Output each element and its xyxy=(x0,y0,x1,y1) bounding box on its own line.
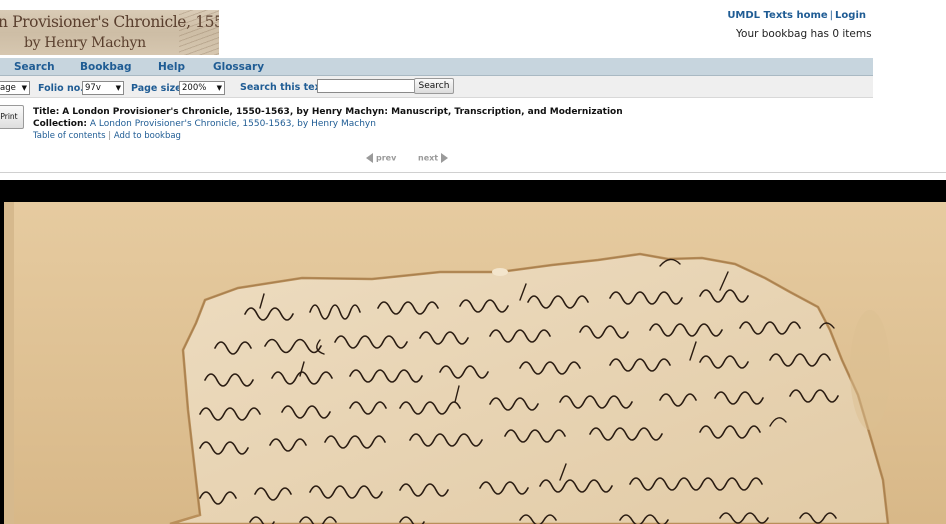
pagesize-select-value: 200% xyxy=(182,83,207,93)
banner-manuscript-texture xyxy=(179,10,219,55)
view-select-value: age xyxy=(0,83,16,93)
main-nav: Search Bookbag Help Glossary xyxy=(0,58,873,76)
site-banner-logo[interactable]: n Provisioner's Chronicle, 1550-1563, by… xyxy=(0,10,219,55)
top-links: UMDL Texts home | Login xyxy=(727,10,866,21)
bookbag-status: Your bookbag has 0 items xyxy=(736,28,872,40)
collection-label: Collection: xyxy=(33,119,87,129)
prev-label: prev xyxy=(376,153,397,163)
search-text-input[interactable] xyxy=(317,79,415,93)
folio-label: Folio no. xyxy=(38,83,84,94)
prev-button[interactable]: prev xyxy=(366,153,396,163)
manuscript-page-image xyxy=(4,202,946,524)
prev-arrow-icon xyxy=(366,153,373,163)
page-image-viewer[interactable] xyxy=(0,180,946,524)
umdl-home-link[interactable]: UMDL Texts home xyxy=(727,10,827,21)
item-links: Table of contents | Add to bookbag xyxy=(33,130,623,142)
view-select[interactable]: age ▼ xyxy=(0,81,30,95)
collection-link[interactable]: A London Provisioner's Chronicle, 1550-1… xyxy=(90,119,376,129)
print-button[interactable]: Print xyxy=(0,105,24,129)
folio-select-value: 97v xyxy=(85,83,101,93)
title-value: A London Provisioner's Chronicle, 1550-1… xyxy=(62,107,623,117)
item-info: Title: A London Provisioner's Chronicle,… xyxy=(33,106,623,142)
login-link[interactable]: Login xyxy=(835,10,866,21)
banner-title-line2: by Henry Machyn xyxy=(24,35,146,51)
nav-glossary[interactable]: Glossary xyxy=(213,61,264,73)
nav-search[interactable]: Search xyxy=(14,61,55,73)
pagesize-select[interactable]: 200% ▼ xyxy=(179,81,225,95)
next-label: next xyxy=(418,153,439,163)
tools-row: age ▼ Folio no. 97v ▼ Page size 200% ▼ S… xyxy=(0,76,873,98)
links-separator: | xyxy=(108,131,112,141)
top-links-separator: | xyxy=(829,10,834,21)
dropdown-arrow-icon: ▼ xyxy=(216,84,222,92)
nav-help[interactable]: Help xyxy=(158,61,185,73)
divider xyxy=(0,172,946,173)
collection-line: Collection: A London Provisioner's Chron… xyxy=(33,118,623,130)
pagesize-label: Page size xyxy=(131,83,182,94)
next-button[interactable]: next xyxy=(418,153,449,163)
table-of-contents-link[interactable]: Table of contents xyxy=(33,131,106,141)
search-text-label: Search this text xyxy=(240,82,326,93)
nav-bookbag[interactable]: Bookbag xyxy=(80,61,132,73)
dropdown-arrow-icon: ▼ xyxy=(115,84,121,92)
title-line: Title: A London Provisioner's Chronicle,… xyxy=(33,106,623,118)
search-button[interactable]: Search xyxy=(414,78,454,94)
title-label: Title: xyxy=(33,107,60,117)
next-arrow-icon xyxy=(441,153,449,163)
dropdown-arrow-icon: ▼ xyxy=(21,84,27,92)
folio-select[interactable]: 97v ▼ xyxy=(82,81,124,95)
add-to-bookbag-link[interactable]: Add to bookbag xyxy=(114,131,181,141)
